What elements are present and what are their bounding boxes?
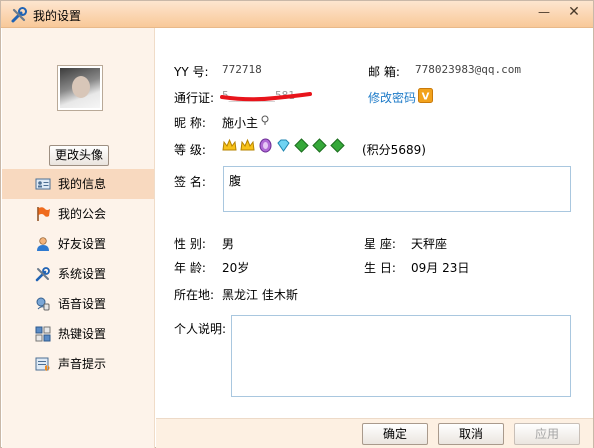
- nickname-label: 昵 称:: [174, 116, 206, 130]
- gender-label: 性 别:: [174, 237, 206, 251]
- email-value: 778023983@qq.com: [415, 63, 521, 76]
- green-leaf-icon: [312, 138, 327, 153]
- bio-label: 个人说明:: [174, 322, 227, 336]
- window-title: 我的设置: [33, 9, 82, 23]
- minimize-button[interactable]: —: [531, 3, 557, 23]
- crown-icon: [240, 138, 255, 151]
- sidebar-item-my-guild[interactable]: 我的公会: [2, 199, 154, 229]
- dialog-button-bar: 确定 取消 应用: [156, 418, 593, 448]
- age-label: 年 龄:: [174, 261, 206, 275]
- sidebar-item-label: 我的信息: [58, 177, 107, 191]
- settings-window: 我的设置 — ✕ 更改头像 我的信息 我的公会 好友设置 系统设置 语音设置 热…: [0, 0, 594, 448]
- apply-button[interactable]: 应用: [514, 423, 580, 445]
- sidebar-item-label: 好友设置: [58, 237, 107, 251]
- zodiac-label: 星 座:: [364, 237, 396, 251]
- cancel-button[interactable]: 取消: [438, 423, 504, 445]
- voice-icon: [36, 297, 50, 311]
- vip-badge-icon: V: [418, 88, 433, 103]
- age-value: 20岁: [222, 261, 250, 275]
- points-value: (积分5689): [362, 143, 426, 157]
- ok-button[interactable]: 确定: [362, 423, 428, 445]
- avatar: [57, 65, 103, 111]
- zodiac-value: 天秤座: [411, 237, 448, 251]
- card-icon: [35, 178, 51, 190]
- sidebar-item-label: 热键设置: [58, 327, 107, 341]
- sidebar-item-my-info[interactable]: 我的信息: [2, 169, 154, 199]
- purple-badge-icon: [259, 138, 272, 153]
- sidebar-nav: 我的信息 我的公会 好友设置 系统设置 语音设置 热键设置 声音提示: [2, 169, 154, 379]
- sound-icon: [35, 357, 50, 371]
- green-leaf-icon: [330, 138, 345, 153]
- diamond-icon: [277, 139, 290, 152]
- title-bar[interactable]: 我的设置 — ✕: [1, 1, 593, 28]
- sidebar-item-label: 系统设置: [58, 267, 107, 281]
- tools-icon: [11, 7, 27, 23]
- gender-value: 男: [222, 237, 235, 251]
- sidebar-item-friend-settings[interactable]: 好友设置: [2, 229, 154, 259]
- change-password-link[interactable]: 修改密码: [368, 89, 416, 106]
- passport-label: 通行证:: [174, 91, 215, 105]
- sidebar: 更改头像 我的信息 我的公会 好友设置 系统设置 语音设置 热键设置 声音提示: [2, 28, 155, 448]
- level-label: 等 级:: [174, 143, 206, 157]
- gender-symbol-icon: [261, 115, 269, 125]
- location-value: 黑龙江 佳木斯: [222, 288, 298, 302]
- nickname-value: 施小主: [222, 116, 259, 130]
- flag-icon: [37, 207, 50, 221]
- sidebar-item-label: 语音设置: [58, 297, 107, 311]
- sidebar-item-voice-settings[interactable]: 语音设置: [2, 289, 154, 319]
- tools-icon: [35, 267, 50, 282]
- green-leaf-icon: [294, 138, 309, 153]
- close-button[interactable]: ✕: [561, 3, 587, 23]
- user-icon: [37, 237, 49, 251]
- svg-text:V: V: [422, 92, 430, 103]
- birthday-label: 生 日:: [364, 261, 396, 275]
- yy-number-label: YY 号:: [174, 65, 209, 79]
- sidebar-item-label: 声音提示: [58, 357, 107, 371]
- change-avatar-button[interactable]: 更改头像: [49, 145, 109, 166]
- crown-icon: [222, 138, 237, 151]
- signature-label: 签 名:: [174, 175, 206, 189]
- sidebar-item-hotkey-settings[interactable]: 热键设置: [2, 319, 154, 349]
- signature-input[interactable]: 腹: [223, 166, 571, 212]
- keyboard-icon: [35, 326, 51, 342]
- avatar-image: [60, 68, 100, 108]
- sidebar-item-system-settings[interactable]: 系统设置: [2, 259, 154, 289]
- redaction-scribble: [220, 92, 312, 102]
- level-icons: [222, 138, 345, 156]
- birthday-value: 09月 23日: [411, 261, 470, 275]
- bio-input[interactable]: [231, 315, 571, 397]
- sidebar-item-label: 我的公会: [58, 207, 107, 221]
- my-info-panel: YY 号: 772718 邮 箱: 778023983@qq.com 通行证: …: [156, 28, 593, 418]
- sidebar-item-sound-alert[interactable]: 声音提示: [2, 349, 154, 379]
- yy-number-value: 772718: [222, 63, 262, 76]
- email-label: 邮 箱:: [368, 65, 400, 79]
- location-label: 所在地:: [174, 288, 215, 302]
